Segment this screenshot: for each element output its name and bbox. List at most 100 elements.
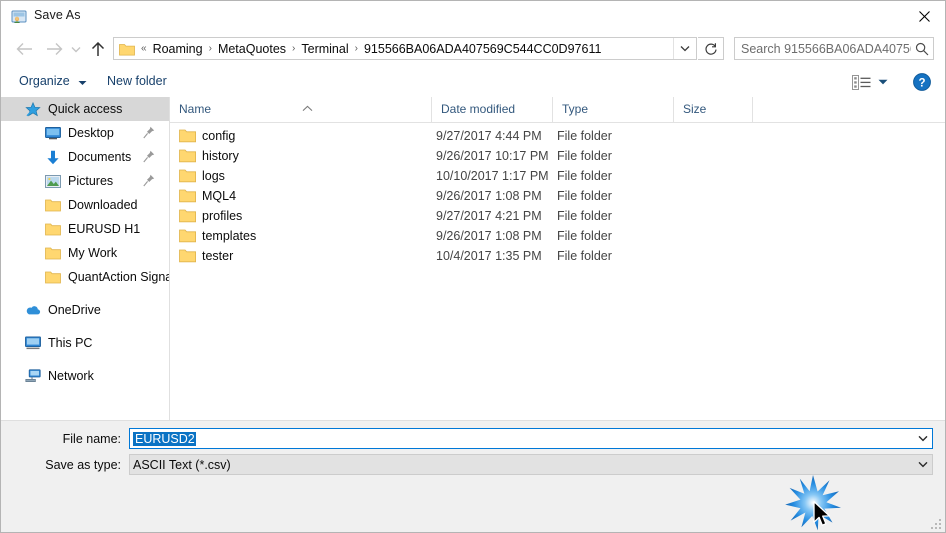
sidebar-item-this-pc[interactable]: This PC [1, 331, 169, 355]
file-date-modified: 9/26/2017 1:08 PM [436, 189, 542, 203]
file-list: config 9/27/2017 4:44 PM File folder his… [170, 123, 945, 266]
sidebar-item-label: Network [48, 369, 94, 383]
breadcrumb-separator-icon[interactable]: › [207, 41, 214, 56]
file-date-modified: 9/27/2017 4:21 PM [436, 209, 542, 223]
file-list-pane: Name Date modified Type Size config 9/27… [170, 97, 945, 420]
help-icon: ? [913, 73, 931, 91]
file-name-dropdown-button[interactable] [913, 435, 932, 442]
table-row[interactable]: MQL4 9/26/2017 1:08 PM File folder [170, 186, 945, 206]
breadcrumb-separator-icon[interactable]: › [290, 41, 297, 56]
svg-text:?: ? [918, 77, 925, 89]
sidebar-item-quick-access[interactable]: Quick access [1, 97, 169, 121]
desktop-monitor-icon [45, 125, 61, 141]
sidebar-item-my-work[interactable]: My Work [1, 241, 169, 265]
breadcrumb-overflow[interactable]: « [139, 41, 149, 56]
table-row[interactable]: config 9/27/2017 4:44 PM File folder [170, 126, 945, 146]
file-date-modified: 9/26/2017 1:08 PM [436, 229, 542, 243]
breadcrumb-item-terminal[interactable]: Terminal [297, 40, 352, 58]
file-type: File folder [557, 209, 612, 223]
chevron-down-icon [680, 46, 690, 52]
sidebar-item-label: Downloaded [68, 198, 138, 212]
search-input[interactable]: Search 915566BA06ADA40756... [735, 42, 911, 56]
network-icon [25, 368, 41, 384]
save-as-type-dropdown-button[interactable] [913, 461, 932, 468]
chevron-down-icon [918, 435, 927, 442]
file-name: MQL4 [202, 189, 237, 203]
back-button[interactable] [11, 36, 37, 62]
pin-icon[interactable] [143, 150, 155, 163]
folder-icon [119, 42, 135, 56]
sidebar-item-network[interactable]: Network [1, 364, 169, 388]
table-row[interactable]: templates 9/26/2017 1:08 PM File folder [170, 226, 945, 246]
new-folder-label: New folder [107, 74, 167, 88]
organize-button[interactable]: Organize [13, 72, 93, 91]
sidebar-item-desktop[interactable]: Desktop [1, 121, 169, 145]
new-folder-button[interactable]: New folder [101, 72, 173, 90]
table-row[interactable]: logs 10/10/2017 1:17 PM File folder [170, 166, 945, 186]
chevron-down-icon [918, 461, 927, 468]
file-type: File folder [557, 149, 612, 163]
sidebar-item-eurusd-h1[interactable]: EURUSD H1 [1, 217, 169, 241]
folder-icon [45, 245, 61, 261]
save-as-icon [11, 9, 27, 25]
help-button[interactable]: ? [911, 71, 933, 93]
breadcrumb-separator-icon[interactable]: › [353, 41, 360, 56]
sidebar-item-quantaction-signal[interactable]: QuantAction Signal [1, 265, 169, 289]
sidebar-item-label: Desktop [68, 126, 114, 140]
sidebar-item-documents[interactable]: Documents [1, 145, 169, 169]
address-bar[interactable]: « Roaming › MetaQuotes › Terminal › 9155… [113, 37, 697, 60]
onedrive-cloud-icon [25, 302, 41, 318]
file-name: logs [202, 169, 225, 183]
search-box[interactable]: Search 915566BA06ADA40756... [734, 37, 934, 60]
folder-icon [45, 269, 61, 285]
pin-icon[interactable] [143, 126, 155, 139]
file-name-input[interactable]: EURUSD2 [129, 428, 933, 449]
arrow-left-icon [16, 43, 32, 55]
navigation-bar: « Roaming › MetaQuotes › Terminal › 9155… [1, 32, 945, 66]
sidebar-item-label: Pictures [68, 174, 114, 188]
close-button[interactable] [901, 1, 945, 31]
table-row[interactable]: profiles 9/27/2017 4:21 PM File folder [170, 206, 945, 226]
column-header-label: Size [683, 102, 707, 116]
sidebar-item-onedrive[interactable]: OneDrive [1, 298, 169, 322]
save-as-type-select[interactable]: ASCII Text (*.csv) [129, 454, 933, 475]
up-button[interactable] [85, 36, 111, 62]
folder-icon [179, 128, 196, 143]
address-dropdown-button[interactable] [673, 38, 696, 59]
view-mode-dropdown[interactable] [875, 71, 891, 93]
file-name: history [202, 149, 239, 163]
breadcrumb-item-roaming[interactable]: Roaming [149, 40, 207, 58]
folder-icon [45, 221, 61, 237]
column-header-label: Date modified [441, 102, 516, 116]
pin-icon[interactable] [143, 174, 155, 187]
column-header-date-modified[interactable]: Date modified [432, 97, 553, 122]
sidebar-item-downloaded[interactable]: Downloaded [1, 193, 169, 217]
view-mode-button[interactable] [849, 71, 873, 93]
caret-down-icon [78, 75, 87, 89]
pictures-icon [45, 173, 61, 189]
sidebar-item-pictures[interactable]: Pictures [1, 169, 169, 193]
list-view-icon [851, 74, 870, 90]
column-header-size[interactable]: Size [674, 97, 753, 122]
refresh-button[interactable] [698, 37, 724, 60]
resize-grip-icon[interactable] [930, 516, 944, 530]
file-type: File folder [557, 169, 612, 183]
breadcrumb: « Roaming › MetaQuotes › Terminal › 9155… [135, 40, 673, 58]
file-name: templates [202, 229, 257, 243]
file-name-value: EURUSD2 [130, 431, 913, 446]
organize-label: Organize [19, 74, 70, 88]
close-icon [918, 10, 930, 22]
forward-button[interactable] [41, 36, 67, 62]
column-header-type[interactable]: Type [553, 97, 674, 122]
sidebar-item-label: OneDrive [48, 303, 101, 317]
column-header-row: Name Date modified Type Size [170, 97, 945, 123]
column-header-name[interactable]: Name [170, 97, 432, 122]
command-bar: Organize New folder ? [1, 66, 945, 98]
arrow-up-icon [91, 41, 105, 56]
recent-locations-button[interactable] [67, 36, 85, 62]
breadcrumb-item-guid[interactable]: 915566BA06ADA407569C544CC0D97611 [360, 40, 605, 58]
table-row[interactable]: tester 10/4/2017 1:35 PM File folder [170, 246, 945, 266]
breadcrumb-item-metaquotes[interactable]: MetaQuotes [214, 40, 290, 58]
table-row[interactable]: history 9/26/2017 10:17 PM File folder [170, 146, 945, 166]
title-bar: Save As [1, 1, 945, 33]
